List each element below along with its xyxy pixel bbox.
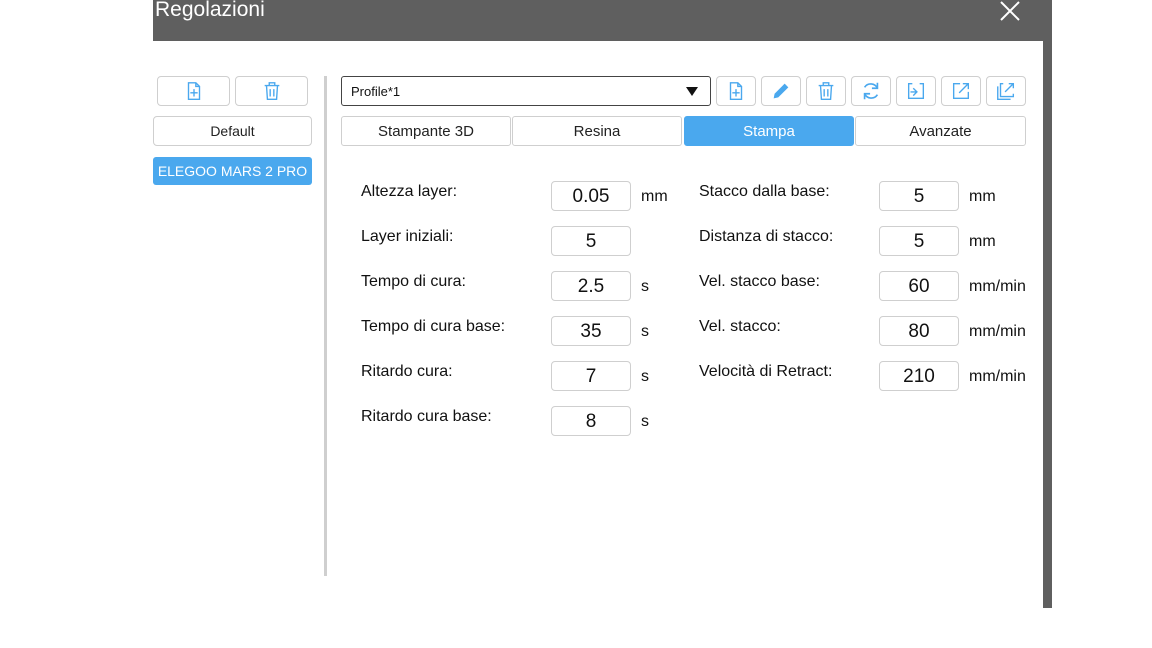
printer-list-item[interactable]: ELEGOO MARS 2 PRO bbox=[153, 157, 312, 185]
tab-resina[interactable]: Resina bbox=[512, 116, 682, 146]
tab-stampante-3d[interactable]: Stampante 3D bbox=[341, 116, 511, 146]
panel-divider bbox=[324, 76, 327, 576]
trash-icon bbox=[264, 82, 279, 100]
trash-icon bbox=[818, 82, 834, 100]
param-label: Altezza layer: bbox=[361, 183, 458, 200]
delete-printer-button[interactable] bbox=[235, 76, 308, 106]
new-profile-button[interactable] bbox=[716, 76, 756, 106]
profile-select[interactable]: Profile*1 bbox=[341, 76, 711, 106]
export-profile-button[interactable] bbox=[941, 76, 981, 106]
param-label: Ritardo cura base: bbox=[361, 408, 492, 425]
param-unit: mm/min bbox=[969, 368, 1026, 385]
settings-dialog: Regolazioni Default ELEGOO MARS 2 PRO Pr… bbox=[153, 0, 1043, 608]
param-unit: mm/min bbox=[969, 278, 1026, 295]
param-unit: mm bbox=[641, 188, 668, 205]
export-icon bbox=[952, 82, 970, 100]
stacco-dalla-base-input[interactable]: 5 bbox=[879, 181, 959, 211]
param-unit: mm bbox=[969, 233, 996, 250]
param-label: Tempo di cura base: bbox=[361, 318, 506, 335]
new-file-icon bbox=[187, 82, 200, 100]
param-unit: s bbox=[641, 413, 649, 430]
vel-stacco-input[interactable]: 80 bbox=[879, 316, 959, 346]
export-all-profiles-button[interactable] bbox=[986, 76, 1026, 106]
profile-select-value: Profile*1 bbox=[351, 84, 401, 99]
rename-profile-button[interactable] bbox=[761, 76, 801, 106]
param-label: Ritardo cura: bbox=[361, 363, 453, 380]
param-label: Vel. stacco base: bbox=[699, 273, 820, 290]
title-bar: Regolazioni bbox=[153, 0, 1043, 41]
param-unit: mm/min bbox=[969, 323, 1026, 340]
import-icon bbox=[907, 82, 925, 100]
param-unit: s bbox=[641, 278, 649, 295]
vel-stacco-base-input[interactable]: 60 bbox=[879, 271, 959, 301]
tab-avanzate[interactable]: Avanzate bbox=[855, 116, 1026, 146]
param-unit: s bbox=[641, 368, 649, 385]
tempo-di-cura-base-input[interactable]: 35 bbox=[551, 316, 631, 346]
reset-profile-button[interactable] bbox=[851, 76, 891, 106]
refresh-icon bbox=[863, 82, 879, 100]
param-unit: s bbox=[641, 323, 649, 340]
tempo-di-cura-input[interactable]: 2.5 bbox=[551, 271, 631, 301]
new-file-icon bbox=[729, 82, 743, 100]
default-button[interactable]: Default bbox=[153, 116, 312, 146]
param-label: Layer iniziali: bbox=[361, 228, 454, 245]
import-profile-button[interactable] bbox=[896, 76, 936, 106]
param-label: Vel. stacco: bbox=[699, 318, 781, 335]
param-label: Distanza di stacco: bbox=[699, 228, 834, 245]
pencil-icon bbox=[773, 83, 789, 99]
velocita-di-retract-input[interactable]: 210 bbox=[879, 361, 959, 391]
param-label: Velocità di Retract: bbox=[699, 363, 833, 380]
export-multiple-icon bbox=[997, 82, 1015, 100]
altezza-layer-input[interactable]: 0.05 bbox=[551, 181, 631, 211]
add-printer-button[interactable] bbox=[157, 76, 230, 106]
ritardo-cura-base-input[interactable]: 8 bbox=[551, 406, 631, 436]
delete-profile-button[interactable] bbox=[806, 76, 846, 106]
layer-iniziali-input[interactable]: 5 bbox=[551, 226, 631, 256]
window-title: Regolazioni bbox=[155, 0, 265, 21]
param-unit: mm bbox=[969, 188, 996, 205]
dropdown-arrow-icon bbox=[686, 87, 698, 96]
tab-stampa[interactable]: Stampa bbox=[684, 116, 854, 146]
distanza-di-stacco-input[interactable]: 5 bbox=[879, 226, 959, 256]
close-icon[interactable] bbox=[998, 0, 1022, 24]
param-label: Tempo di cura: bbox=[361, 273, 466, 290]
ritardo-cura-input[interactable]: 7 bbox=[551, 361, 631, 391]
window-right-edge bbox=[1043, 0, 1052, 608]
param-label: Stacco dalla base: bbox=[699, 183, 830, 200]
